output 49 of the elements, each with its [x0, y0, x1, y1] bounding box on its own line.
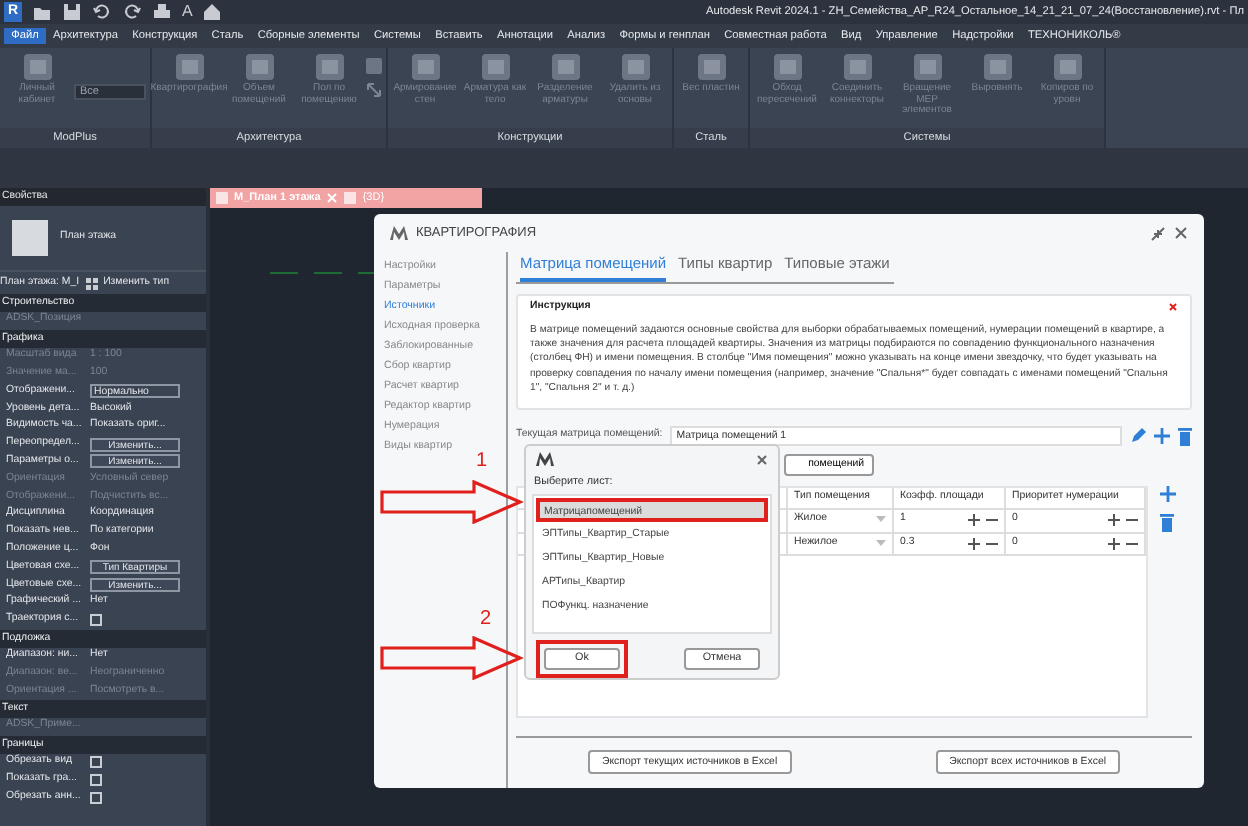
- step-number: 2: [480, 610, 492, 630]
- pencil-icon[interactable]: [1130, 428, 1146, 445]
- plus-icon[interactable]: [1108, 537, 1120, 550]
- plus-icon[interactable]: [1160, 485, 1176, 502]
- checkbox[interactable]: [90, 773, 102, 786]
- block-icon: [243, 52, 275, 82]
- close-icon[interactable]: [756, 453, 768, 466]
- close-icon[interactable]: [1174, 226, 1188, 240]
- logo-icon: [390, 226, 408, 240]
- block-icon: [549, 52, 581, 82]
- expand-icon[interactable]: [366, 82, 382, 98]
- plus-icon[interactable]: [968, 514, 980, 527]
- block-icon: [1051, 52, 1083, 82]
- trash-icon[interactable]: [1160, 513, 1174, 532]
- block-icon: [981, 52, 1013, 82]
- close-icon[interactable]: [1168, 301, 1178, 312]
- block-icon: [911, 52, 943, 82]
- block-icon: [173, 52, 205, 82]
- checkbox[interactable]: [90, 756, 102, 769]
- trash-icon[interactable]: [1178, 427, 1192, 446]
- block-icon: [695, 52, 727, 82]
- dashed-line: [270, 272, 298, 276]
- save-icon[interactable]: [62, 2, 82, 22]
- grid-icon: [85, 277, 98, 289]
- step-number: 1: [476, 452, 488, 472]
- text-tool[interactable]: A: [182, 2, 193, 22]
- redo-icon[interactable]: [122, 2, 142, 22]
- view-icon: [216, 192, 228, 204]
- collapse-icon[interactable]: [1150, 225, 1166, 241]
- checkbox[interactable]: [90, 614, 102, 627]
- logo-icon: [536, 452, 554, 467]
- block-icon: [771, 52, 803, 82]
- block-icon: [619, 52, 651, 82]
- block-icon: [409, 52, 441, 82]
- undo-icon[interactable]: [92, 2, 112, 22]
- view-icon: [344, 192, 357, 204]
- print-icon[interactable]: [152, 2, 172, 22]
- plus-icon[interactable]: [968, 537, 980, 550]
- block-icon: [841, 52, 873, 82]
- pointer-arrow: [380, 480, 524, 524]
- block-icon: [313, 52, 345, 82]
- plus-icon[interactable]: [1154, 428, 1170, 445]
- block-icon: [479, 52, 511, 82]
- checkbox[interactable]: [90, 791, 102, 804]
- block-icon: [21, 52, 53, 82]
- view-type-icon: [12, 220, 48, 256]
- plus-icon[interactable]: [1108, 514, 1120, 527]
- pointer-arrow: [380, 636, 524, 680]
- dashed-line: [314, 272, 342, 276]
